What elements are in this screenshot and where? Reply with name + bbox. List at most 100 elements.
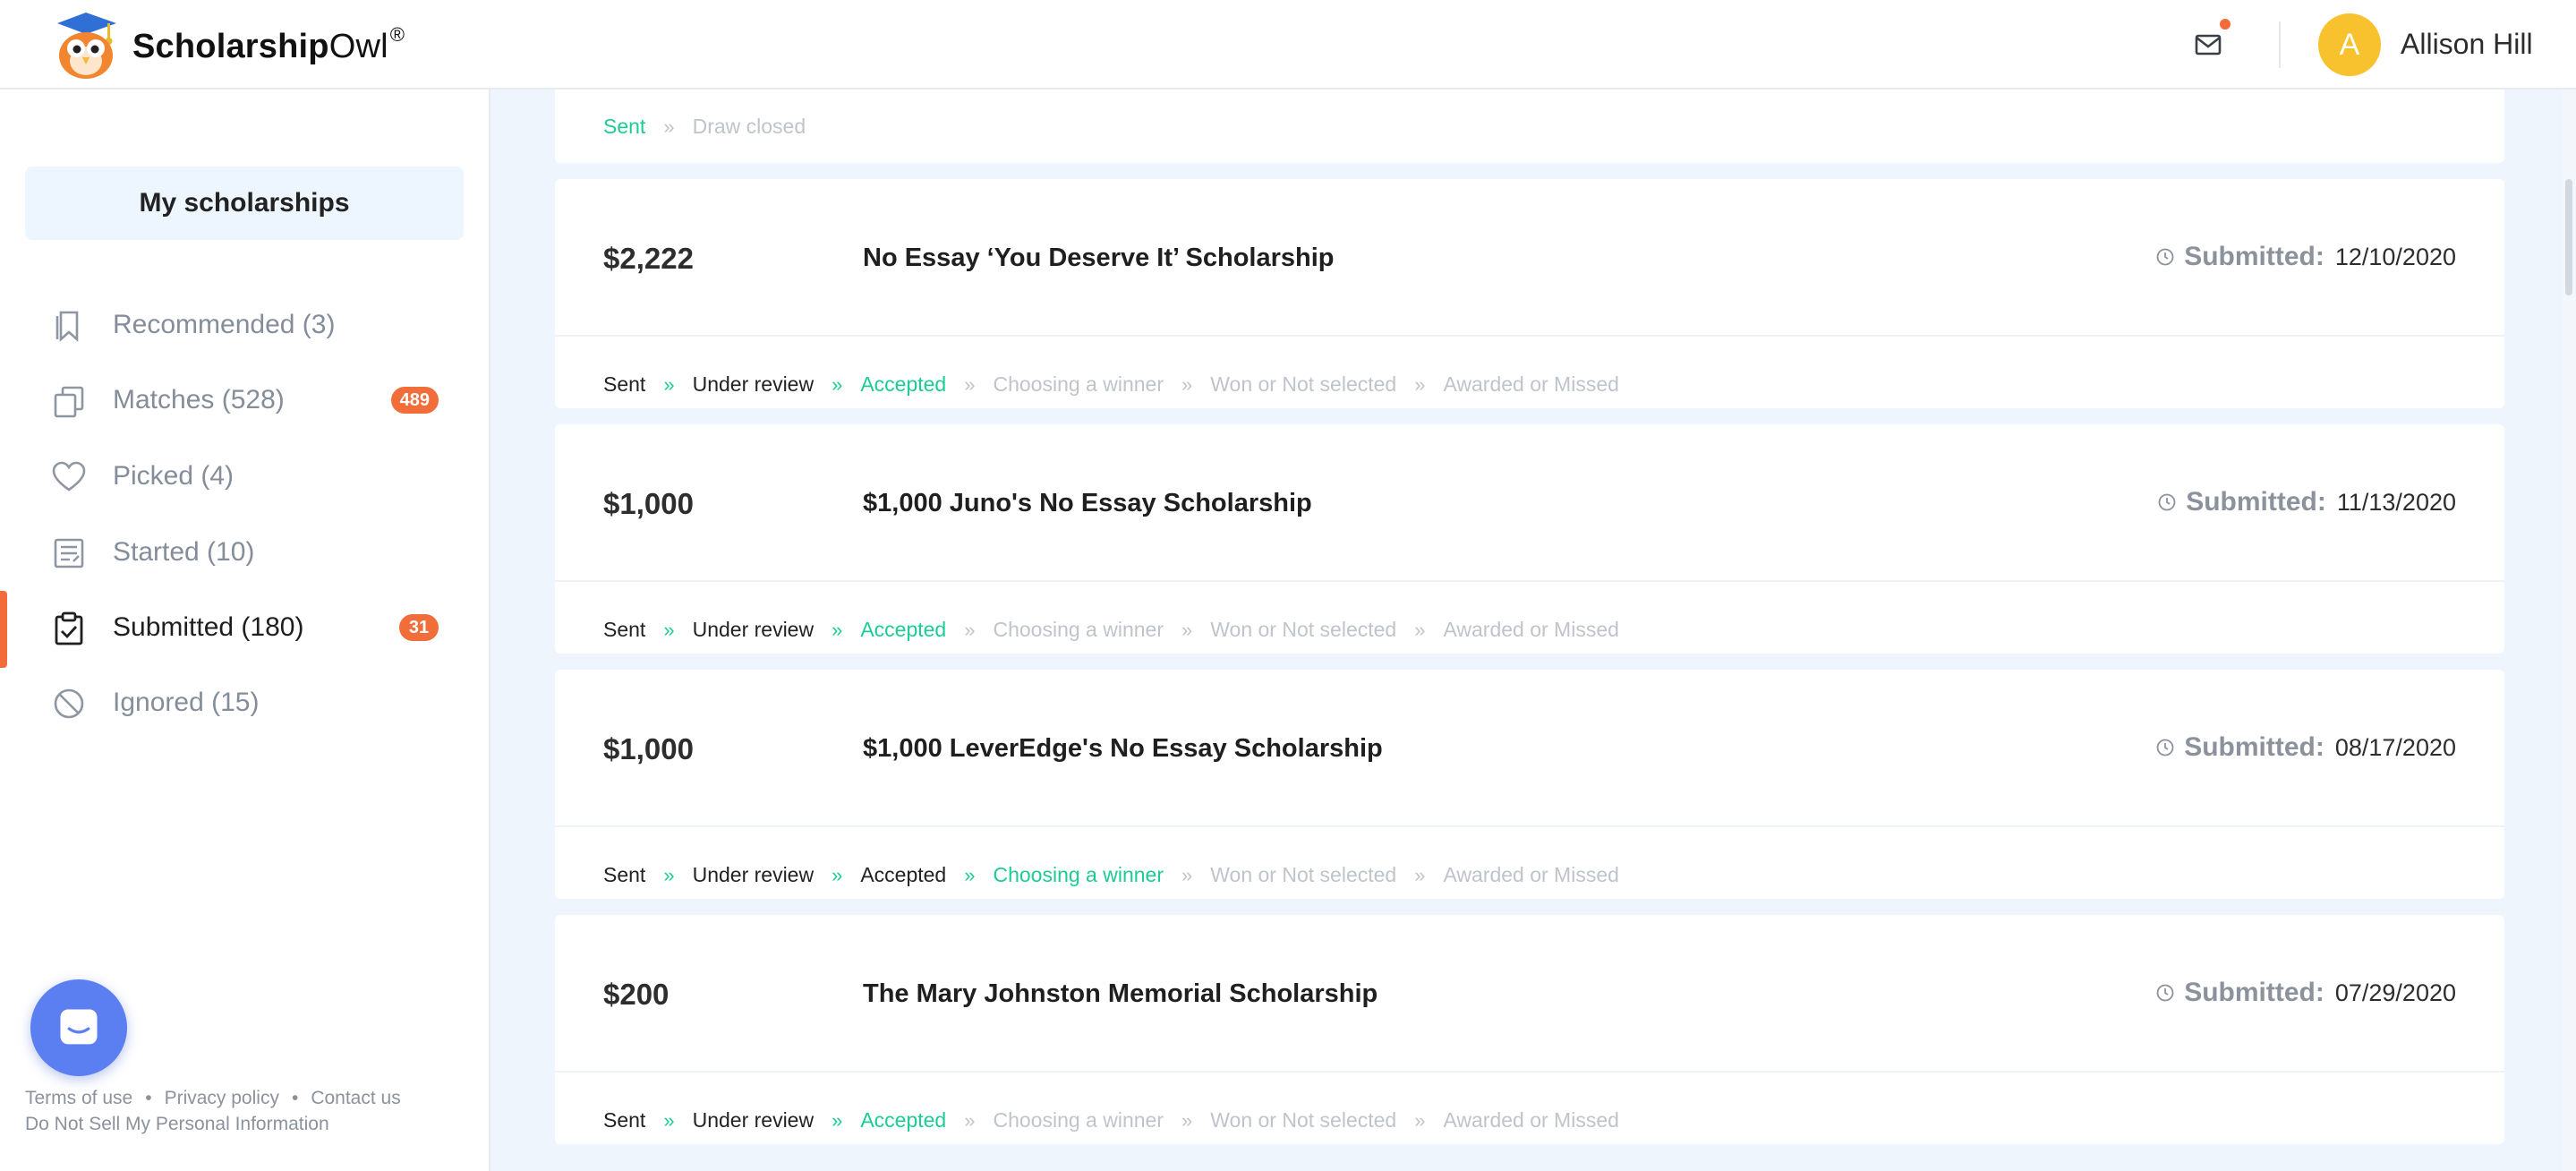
card-divider [555,1071,2504,1073]
step-separator: » [1414,618,1426,641]
scholarship-card[interactable]: $1,000 $1,000 LeverEdge's No Essay Schol… [555,670,2504,899]
step-separator: » [964,863,976,886]
do-not-sell-link[interactable]: Do Not Sell My Personal Information [25,1114,329,1134]
step-sent: Sent [603,863,646,886]
scholarship-title[interactable]: $1,000 Juno's No Essay Scholarship [863,489,1312,518]
card-divider [555,580,2504,582]
scholarship-amount: $200 [603,978,670,1011]
logo-wordmark: ScholarshipOwl® [132,23,405,65]
step-choosing-winner: Choosing a winner [993,372,1164,396]
footer-separator: • [145,1088,152,1108]
chat-icon [60,1009,98,1045]
sidebar-item-started[interactable]: Started (10) [0,521,489,584]
step-separator: » [1181,372,1193,396]
sidebar-item-label: Ignored (15) [113,688,260,717]
step-separator: » [663,618,675,641]
sidebar-item-label: Picked (4) [113,461,235,491]
submitted-date: 11/13/2020 [2336,488,2456,516]
header-divider [2279,21,2281,68]
step-separator: » [964,1108,976,1132]
status-steps: Sent » Under review » Accepted » Choosin… [603,618,1619,642]
logo[interactable]: ScholarshipOwl® [50,9,405,81]
step-separator: » [1414,372,1426,396]
sidebar-item-label: Recommended (3) [113,310,336,339]
my-scholarships-heading[interactable]: My scholarships [25,167,464,240]
scholarship-amount: $1,000 [603,732,694,765]
step-under-review: Under review [692,618,815,641]
step-sent: Sent [603,115,646,138]
avatar[interactable]: A [2318,13,2381,76]
user-name[interactable]: Allison Hill [2401,28,2533,61]
privacy-link[interactable]: Privacy policy [165,1088,279,1108]
step-sent: Sent [603,1108,646,1132]
step-separator: » [663,863,675,886]
step-separator: » [1414,1108,1426,1132]
step-choosing-winner: Choosing a winner [993,618,1164,641]
mail-button[interactable] [2191,27,2227,63]
step-awarded-or-missed: Awarded or Missed [1443,1108,1619,1132]
sidebar-item-ignored[interactable]: Ignored (15) [0,671,489,734]
submitted-label: Submitted: [2184,242,2324,271]
submitted-info: Submitted: 07/29/2020 [2155,978,2456,1008]
sidebar-item-label: Matches (528) [113,385,285,415]
clipboard-check-icon [55,611,83,645]
step-under-review: Under review [692,372,815,396]
sidebar-item-matches[interactable]: Matches (528) 489 [0,369,489,432]
submitted-info: Submitted: 08/17/2020 [2155,732,2456,763]
step-under-review: Under review [692,1108,815,1132]
block-icon [54,688,84,719]
step-choosing-winner: Choosing a winner [993,1108,1164,1132]
status-steps: Sent » Draw closed [603,115,806,139]
copy-icon [54,386,84,418]
card-divider [555,335,2504,337]
step-won-or-not-selected: Won or Not selected [1210,863,1397,886]
submitted-badge: 31 [399,614,439,641]
mail-icon [2195,34,2222,56]
submitted-info: Submitted: 12/10/2020 [2155,242,2456,272]
step-sent: Sent [603,618,646,641]
scholarship-title[interactable]: No Essay ‘You Deserve It’ Scholarship [863,244,1335,273]
clock-icon [2156,739,2174,756]
scholarship-title[interactable]: The Mary Johnston Memorial Scholarship [863,979,1378,1009]
footer-separator: • [291,1088,299,1108]
step-separator: » [964,618,976,641]
step-accepted: Accepted [860,372,947,396]
submitted-label: Submitted: [2184,978,2324,1007]
notification-dot [2220,19,2231,30]
step-separator: » [1414,863,1426,886]
footer-links: Terms of use • Privacy policy • Contact us D… [25,1085,401,1137]
step-won-or-not-selected: Won or Not selected [1210,372,1397,396]
step-won-or-not-selected: Won or Not selected [1210,1108,1397,1132]
step-awarded-or-missed: Awarded or Missed [1443,863,1619,886]
sidebar-item-label: Submitted (180) [113,612,304,642]
sidebar-item-submitted[interactable]: Submitted (180) 31 [0,596,489,659]
scholarship-card[interactable]: $200 The Mary Johnston Memorial Scholars… [555,915,2504,1144]
step-separator: » [1181,618,1193,641]
clock-icon [2156,984,2174,1002]
scholarship-card-partial[interactable]: Sent » Draw closed [555,90,2504,163]
sidebar-item-recommended[interactable]: Recommended (3) [0,294,489,356]
matches-badge: 489 [390,387,439,414]
scholarship-card[interactable]: $1,000 $1,000 Juno's No Essay Scholarshi… [555,424,2504,654]
status-steps: Sent » Under review » Accepted » Choosin… [603,863,1619,887]
chat-launcher-button[interactable] [30,979,127,1076]
contact-link[interactable]: Contact us [311,1088,400,1108]
sidebar-item-picked[interactable]: Picked (4) [0,445,489,508]
step-awarded-or-missed: Awarded or Missed [1443,372,1619,396]
document-icon [54,538,84,568]
clock-icon [2156,248,2174,266]
scholarship-card[interactable]: $2,222 No Essay ‘You Deserve It’ Scholar… [555,179,2504,408]
scrollbar-thumb[interactable] [2565,179,2572,295]
submitted-date: 08/17/2020 [2334,733,2456,761]
step-separator: » [1181,1108,1193,1132]
scholarship-amount: $2,222 [603,242,694,275]
clock-icon [2158,493,2176,511]
step-separator: » [832,863,843,886]
step-draw-closed: Draw closed [692,115,806,138]
scholarship-amount: $1,000 [603,487,694,520]
status-steps: Sent » Under review » Accepted » Choosin… [603,372,1619,397]
step-separator: » [663,115,675,138]
terms-link[interactable]: Terms of use [25,1088,132,1108]
step-separator: » [663,372,675,396]
scholarship-title[interactable]: $1,000 LeverEdge's No Essay Scholarship [863,734,1383,764]
